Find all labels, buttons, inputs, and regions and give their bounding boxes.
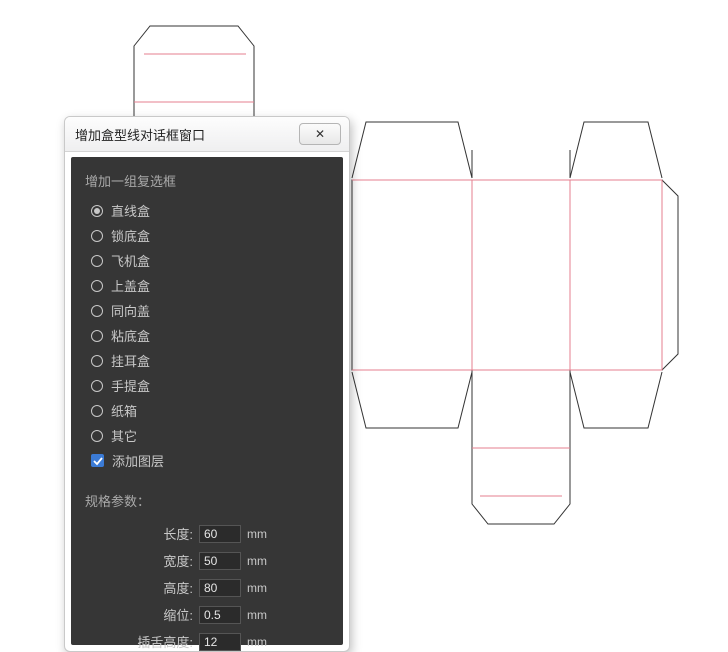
radio-icon (91, 430, 103, 442)
radio-label: 锁底盒 (111, 226, 150, 245)
param-label: 插舌高度: (85, 632, 199, 651)
close-button[interactable]: ✕ (299, 123, 341, 145)
param-label: 缩位: (85, 605, 199, 624)
radio-option[interactable]: 其它 (85, 423, 329, 448)
radio-option[interactable]: 纸箱 (85, 398, 329, 423)
dialog-titlebar[interactable]: 增加盒型线对话框窗口 ✕ (65, 117, 349, 152)
radio-label: 挂耳盒 (111, 351, 150, 370)
param-input[interactable] (199, 579, 241, 597)
param-unit: mm (247, 527, 267, 541)
radio-option[interactable]: 上盖盒 (85, 273, 329, 298)
param-label: 高度: (85, 578, 199, 597)
param-row: 宽度: mm (85, 547, 329, 574)
params-title: 规格参数： (85, 491, 329, 510)
radio-group: 直线盒锁底盒飞机盒上盖盒同向盖粘底盒挂耳盒手提盒纸箱其它 (85, 198, 329, 448)
dialog-panel: 增加一组复选框 直线盒锁底盒飞机盒上盖盒同向盖粘底盒挂耳盒手提盒纸箱其它 添加图… (71, 157, 343, 645)
close-icon: ✕ (315, 127, 325, 141)
param-row: 缩位: mm (85, 601, 329, 628)
radio-option[interactable]: 手提盒 (85, 373, 329, 398)
param-unit: mm (247, 635, 267, 649)
param-input[interactable] (199, 525, 241, 543)
param-unit: mm (247, 554, 267, 568)
radio-label: 直线盒 (111, 201, 150, 220)
param-input[interactable] (199, 552, 241, 570)
dialog-title: 增加盒型线对话框窗口 (75, 125, 205, 144)
radio-icon (91, 280, 103, 292)
radio-icon (91, 205, 103, 217)
radio-option[interactable]: 粘底盒 (85, 323, 329, 348)
canvas-background: 增加盒型线对话框窗口 ✕ 增加一组复选框 直线盒锁底盒飞机盒上盖盒同向盖粘底盒挂… (0, 0, 728, 650)
radio-icon (91, 355, 103, 367)
add-layer-checkbox-label: 添加图层 (112, 451, 164, 470)
radio-icon (91, 255, 103, 267)
radio-option[interactable]: 锁底盒 (85, 223, 329, 248)
radio-label: 飞机盒 (111, 251, 150, 270)
param-input[interactable] (199, 633, 241, 651)
radio-label: 同向盖 (111, 301, 150, 320)
radio-icon (91, 405, 103, 417)
radio-label: 纸箱 (111, 401, 137, 420)
param-unit: mm (247, 581, 267, 595)
param-row: 插舌高度: mm (85, 628, 329, 652)
radio-option[interactable]: 同向盖 (85, 298, 329, 323)
param-row: 高度: mm (85, 574, 329, 601)
params-list: 长度:mm宽度:mm高度:mm缩位:mm插舌高度:mm粘口宽度:mm (85, 520, 329, 652)
add-layer-checkbox-row[interactable]: 添加图层 (85, 448, 329, 473)
radio-label: 上盖盒 (111, 276, 150, 295)
radio-option[interactable]: 飞机盒 (85, 248, 329, 273)
radio-label: 其它 (111, 426, 137, 445)
param-input[interactable] (199, 606, 241, 624)
param-label: 宽度: (85, 551, 199, 570)
radio-option[interactable]: 直线盒 (85, 198, 329, 223)
param-label: 长度: (85, 524, 199, 543)
radio-icon (91, 305, 103, 317)
radio-label: 手提盒 (111, 376, 150, 395)
param-unit: mm (247, 608, 267, 622)
radio-group-title: 增加一组复选框 (85, 171, 329, 190)
radio-icon (91, 230, 103, 242)
param-row: 长度: mm (85, 520, 329, 547)
add-box-dialog: 增加盒型线对话框窗口 ✕ 增加一组复选框 直线盒锁底盒飞机盒上盖盒同向盖粘底盒挂… (64, 116, 350, 652)
radio-icon (91, 380, 103, 392)
radio-icon (91, 330, 103, 342)
radio-option[interactable]: 挂耳盒 (85, 348, 329, 373)
checkbox-check-icon (91, 454, 104, 467)
radio-label: 粘底盒 (111, 326, 150, 345)
